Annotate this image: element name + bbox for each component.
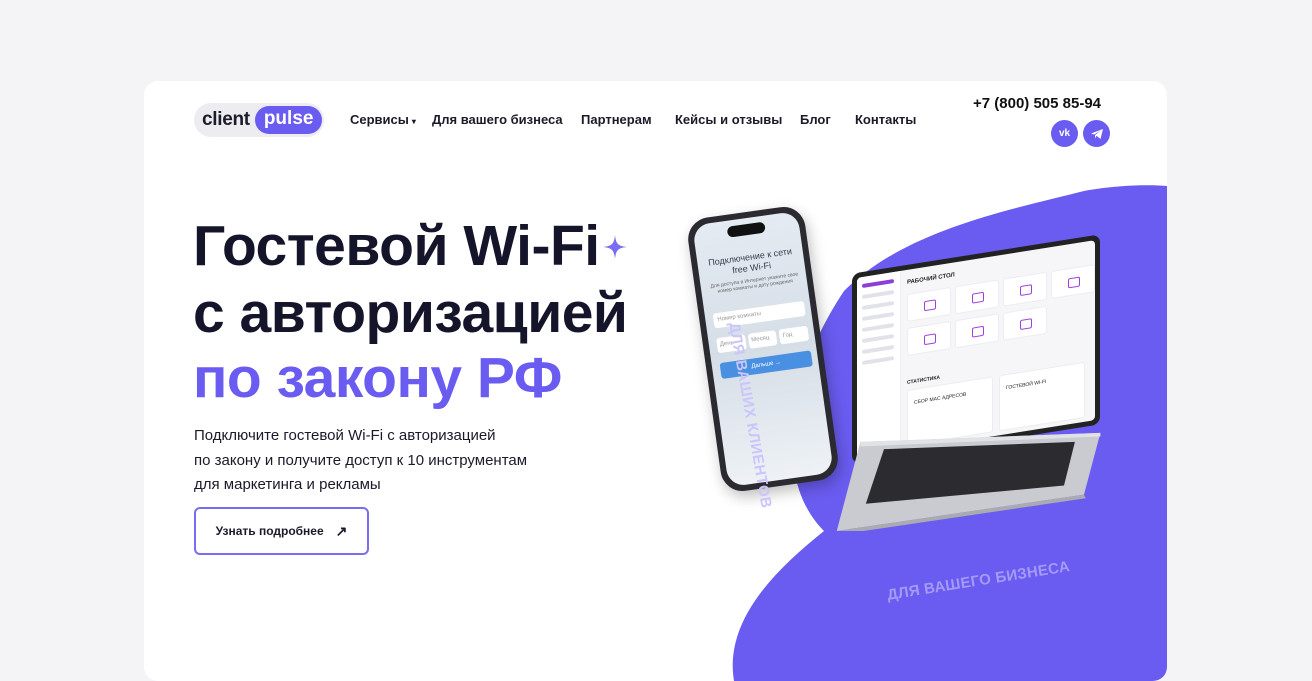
nav-item-services[interactable]: Сервисы ▾ (350, 112, 416, 127)
learn-more-label: Узнать подробнее (215, 524, 324, 538)
telegram-icon[interactable] (1083, 120, 1110, 147)
dashboard-stats-title: СТАТИСТИКА (907, 374, 941, 386)
chevron-down-icon: ▾ (411, 117, 416, 126)
dashboard: РАБОЧИЙ СТОЛ СТАТИСТИКА СБОР MAC АДРЕСОВ… (857, 240, 1095, 458)
nav-item-label: Сервисы (350, 112, 409, 127)
logo[interactable]: client pulse (194, 103, 324, 137)
arrow-up-right-icon: ↗ (335, 522, 348, 539)
hero-description-line: для маркетинга и рекламы (194, 476, 381, 493)
dashboard-tile (955, 279, 999, 315)
month-field: Месяц (747, 330, 778, 349)
nav-item-cases[interactable]: Кейсы и отзывы (675, 112, 782, 127)
hero-line-2: с авторизацией (193, 281, 628, 345)
sparkle-icon (603, 235, 627, 259)
laptop-screen: РАБОЧИЙ СТОЛ СТАТИСТИКА СБОР MAC АДРЕСОВ… (852, 234, 1100, 464)
hero-line-1: Гостевой Wi-Fi (193, 214, 600, 278)
nav-item-contacts[interactable]: Контакты (855, 112, 916, 127)
year-field: Год (778, 325, 810, 345)
dashboard-title: РАБОЧИЙ СТОЛ (907, 272, 955, 286)
hero-line-3: по закону РФ (193, 346, 562, 410)
hero-description-line: Подключите гостевой Wi-Fi с авторизацией (194, 427, 496, 444)
page-card: client pulse Сервисы ▾ Для вашего бизнеса… (144, 81, 1167, 681)
nav-item-business[interactable]: Для вашего бизнеса (432, 112, 563, 127)
vk-icon[interactable]: vk (1051, 120, 1078, 147)
laptop-keyboard-base (836, 432, 1101, 531)
learn-more-button[interactable]: Узнать подробнее ↗ (194, 507, 369, 555)
laptop-mockup: РАБОЧИЙ СТОЛ СТАТИСТИКА СБОР MAC АДРЕСОВ… (834, 226, 1124, 556)
dashboard-tile (1003, 305, 1047, 341)
hero-description-line: по закону и получите доступ к 10 инструм… (194, 451, 528, 469)
dashboard-tile (955, 313, 999, 349)
phone-number[interactable]: +7 (800) 505 85-94 (973, 95, 1101, 112)
dashboard-tile (907, 286, 951, 322)
logo-word-pulse: pulse (254, 106, 323, 134)
dashboard-tile (1003, 271, 1047, 307)
dashboard-tile (1051, 264, 1095, 300)
dashboard-sidebar (857, 270, 901, 458)
nav-item-partners[interactable]: Партнерам (581, 112, 652, 127)
phone-notch (726, 221, 766, 238)
logo-word-client: client (202, 109, 250, 130)
guest-wifi-card: ГОСТЕВОЙ WI-FI (999, 361, 1085, 432)
hero-description: Подключите гостевой Wi-Fi с авторизацией… (194, 424, 554, 498)
dashboard-tile (907, 320, 951, 356)
nav-item-blog[interactable]: Блог (800, 112, 831, 127)
